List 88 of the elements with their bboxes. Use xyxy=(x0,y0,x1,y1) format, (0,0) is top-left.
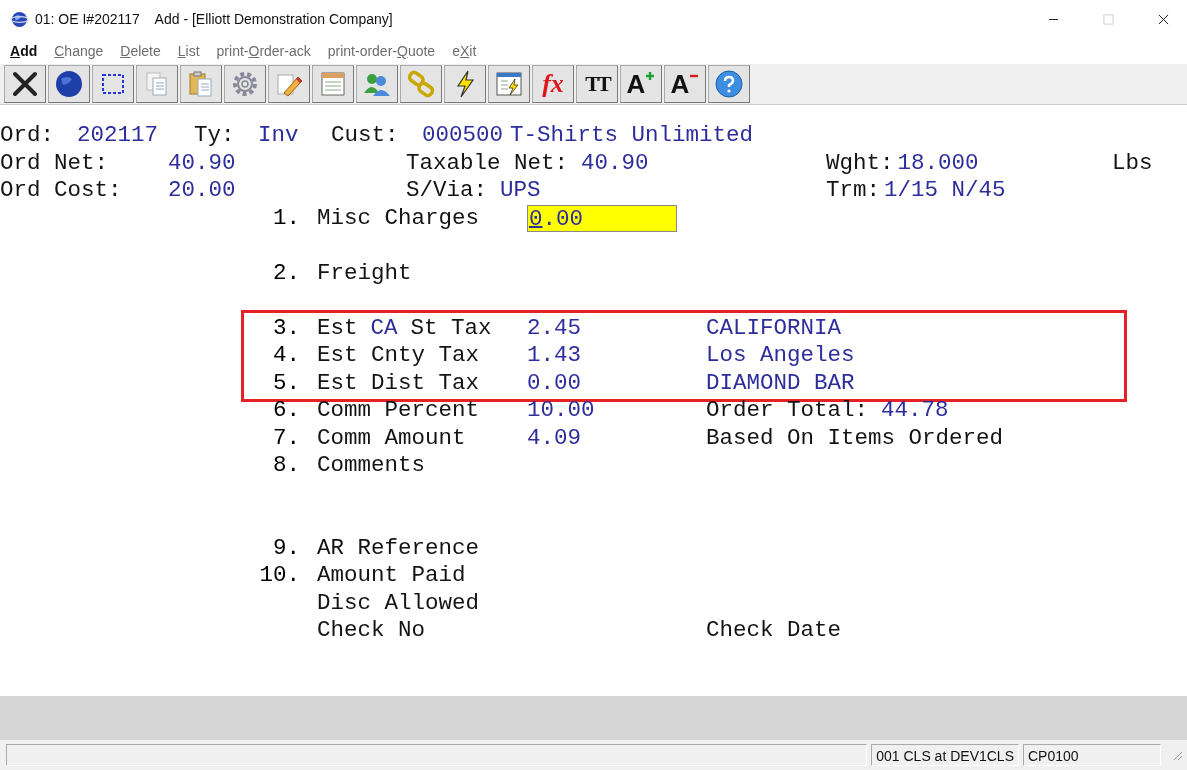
item-number: 5. xyxy=(272,369,300,397)
order-number: 202117 xyxy=(77,122,159,150)
field-label: Check Date xyxy=(706,617,842,645)
item-number: 10. xyxy=(258,562,300,590)
order-type: Inv xyxy=(258,122,300,150)
item-number: 2. xyxy=(272,259,300,287)
field-value: Los Angeles xyxy=(706,342,855,370)
menu-item[interactable]: eXit xyxy=(452,43,477,59)
field-value: UPS xyxy=(500,177,541,205)
field-label: S/Via: xyxy=(406,177,487,205)
field-label: Est xyxy=(317,314,358,342)
status-panel: 001 CLS at DEV1CLS xyxy=(871,744,1019,766)
field-value: 20.00 xyxy=(168,177,237,205)
resize-grip-icon[interactable] xyxy=(1171,749,1183,761)
field-label: Comments xyxy=(317,452,426,480)
field-label: Taxable Net: xyxy=(406,149,569,177)
customer-name: T-Shirts Unlimited xyxy=(510,122,754,150)
menu-item[interactable]: Add xyxy=(10,43,38,59)
toolbar-button[interactable] xyxy=(48,65,90,103)
toolbar-button[interactable] xyxy=(4,65,46,103)
globe-icon xyxy=(54,69,84,99)
field-value: 18.000 xyxy=(897,149,979,177)
menu-item[interactable]: print-Order-ack xyxy=(216,43,311,59)
status-panel: CP0100 xyxy=(1023,744,1161,766)
chain-link-icon xyxy=(406,69,436,99)
gear-icon xyxy=(230,69,260,99)
item-number: 3. xyxy=(272,314,300,342)
item-number: 8. xyxy=(272,452,300,480)
field-label: Misc Charges xyxy=(317,204,480,232)
field-label: Est Dist Tax xyxy=(317,369,480,397)
menu-item[interactable]: Change xyxy=(54,43,104,59)
form-icon xyxy=(318,69,348,99)
field-value: 2.45 xyxy=(527,314,581,342)
field-value: CALIFORNIA xyxy=(706,314,842,342)
field-label: Ty: xyxy=(194,122,236,150)
window-title: 01: OE I#202117 Add - [Elliott Demonstration Company] xyxy=(35,11,393,27)
item-number: 4. xyxy=(272,342,300,370)
field-label: Comm Percent xyxy=(317,397,480,425)
field-label: Wght: xyxy=(826,149,894,177)
field-label: Order Total: xyxy=(706,397,869,425)
field-label: Cust: xyxy=(331,122,400,150)
field-value: 40.90 xyxy=(168,149,237,177)
font-icon: fx xyxy=(542,71,564,97)
field-label: Comm Amount xyxy=(317,424,466,452)
toolbar-button[interactable]: fx xyxy=(532,65,574,103)
close-icon xyxy=(10,69,40,99)
field-value: 1/15 N/45 xyxy=(884,177,1006,205)
field-label: Est Cnty Tax xyxy=(317,342,480,370)
window-lightning-icon xyxy=(494,69,524,99)
menu-item[interactable]: List xyxy=(177,43,200,59)
globe-icon xyxy=(10,9,29,29)
toolbar-button[interactable]: A xyxy=(620,65,662,103)
input-field[interactable]: 0.00 xyxy=(527,204,677,232)
item-number: 1. xyxy=(272,204,300,232)
font-icon: TT xyxy=(585,73,609,95)
field-label: Ord Net: xyxy=(0,149,110,177)
field-value: 4.09 xyxy=(527,424,581,452)
toolbar-button[interactable] xyxy=(92,65,134,103)
unit-label: Lbs xyxy=(1112,149,1153,177)
field-value: 44.78 xyxy=(881,397,949,425)
field-label: Check No xyxy=(317,617,426,645)
toolbar-button[interactable] xyxy=(708,65,750,103)
help-icon xyxy=(714,69,744,99)
field-value: 0.00 xyxy=(527,369,581,397)
toolbar-button[interactable]: TT xyxy=(576,65,618,103)
item-number: 7. xyxy=(272,424,300,452)
field-label: St Tax xyxy=(410,314,492,342)
close-icon[interactable] xyxy=(1158,13,1169,25)
field-label: CA xyxy=(370,314,398,342)
field-label: Based On Items Ordered xyxy=(706,424,1004,452)
toolbar-button[interactable]: A xyxy=(664,65,706,103)
field-label: Freight xyxy=(317,259,412,287)
toolbar-button[interactable] xyxy=(444,65,486,103)
menu-item[interactable]: print-order-Quote xyxy=(327,43,436,59)
field-label: Trm: xyxy=(826,177,880,205)
item-number: 9. xyxy=(272,534,300,562)
field-label: Ord Cost: xyxy=(0,177,123,205)
customer-number: 000500 xyxy=(422,122,504,150)
field-value: 1.43 xyxy=(527,342,581,370)
field-value: DIAMOND BAR xyxy=(706,369,855,397)
field-label: Ord: xyxy=(0,122,55,150)
field-label: Amount Paid xyxy=(317,562,466,590)
field-label: Disc Allowed xyxy=(317,589,480,617)
menu-item[interactable]: Delete xyxy=(120,43,161,59)
field-label: AR Reference xyxy=(317,534,480,562)
field-value: 40.90 xyxy=(581,149,649,177)
field-value: 10.00 xyxy=(527,397,595,425)
item-number: 6. xyxy=(272,397,300,425)
